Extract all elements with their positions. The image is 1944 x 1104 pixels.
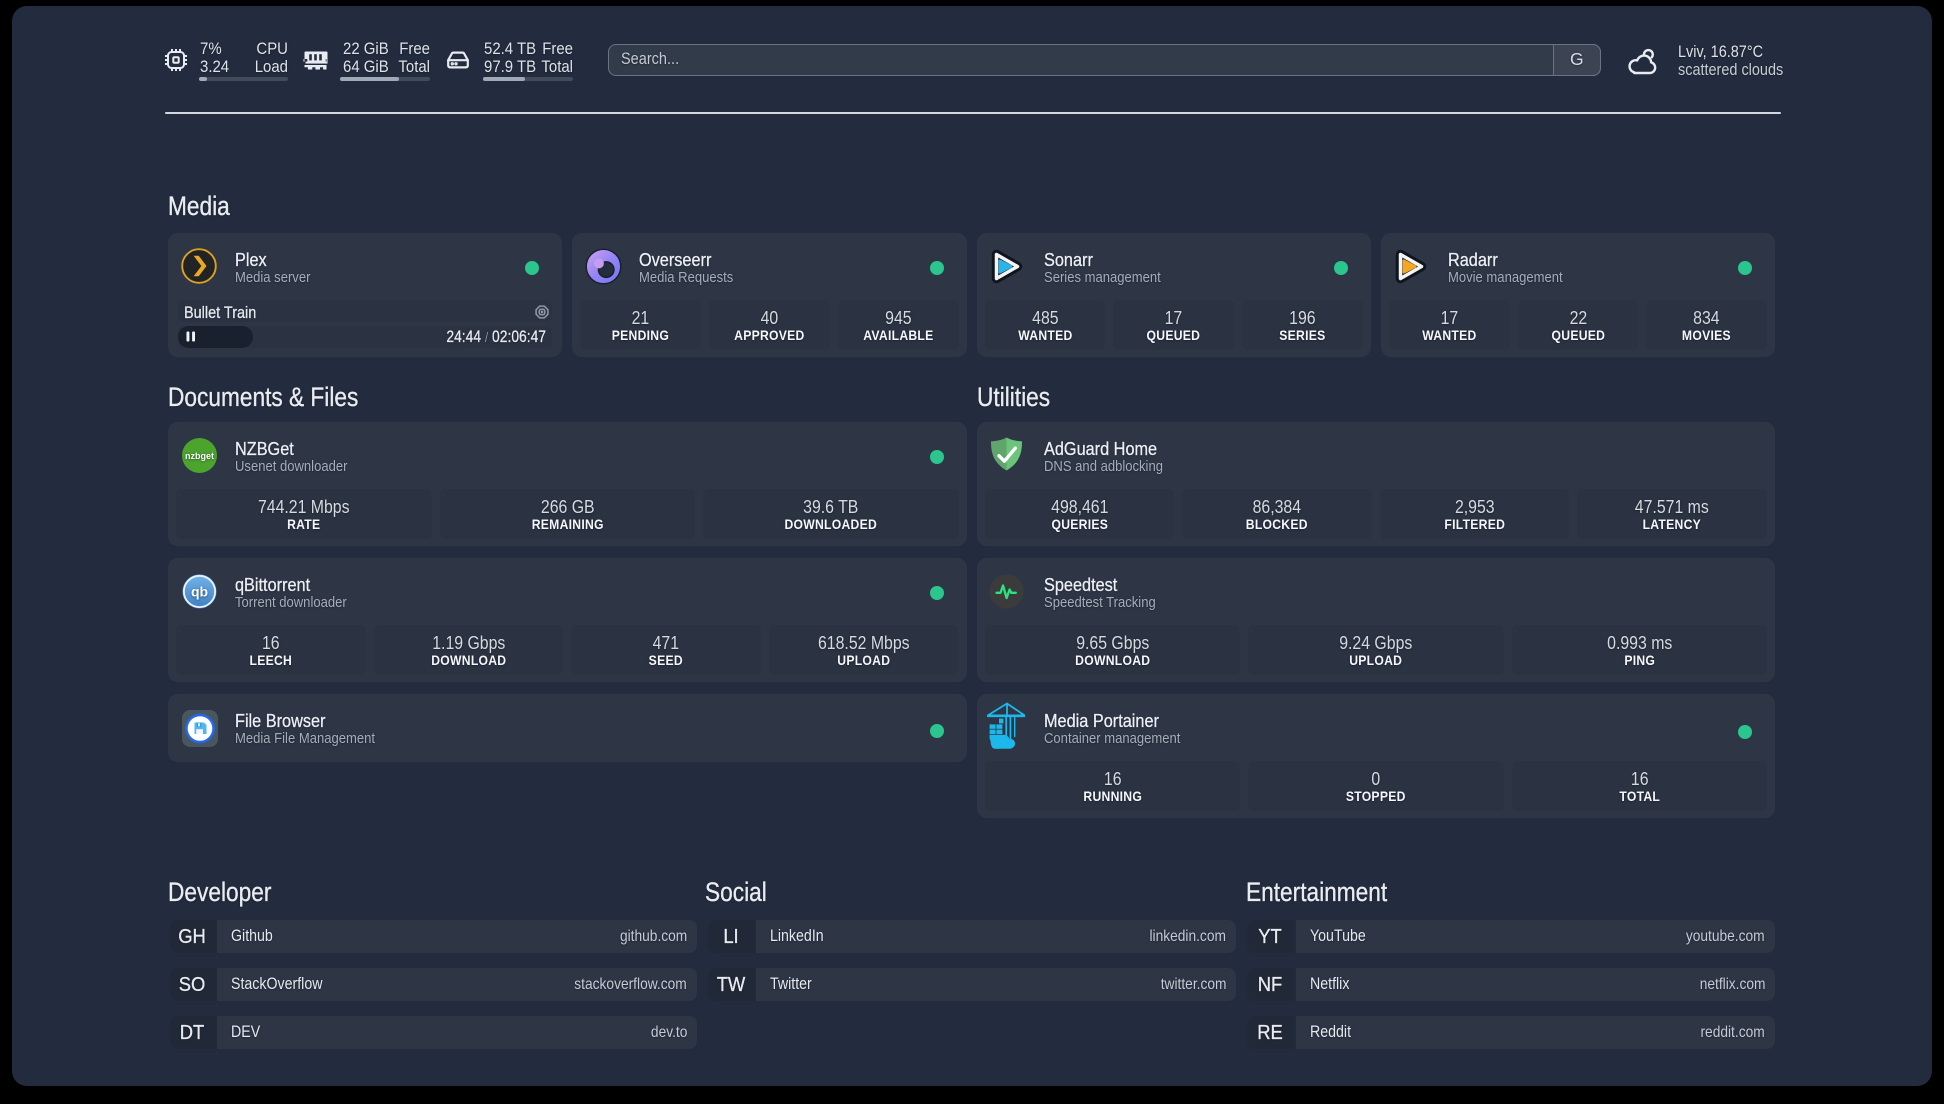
svg-text:nzbget: nzbget [185, 451, 214, 461]
svg-text:qb: qb [191, 584, 208, 600]
